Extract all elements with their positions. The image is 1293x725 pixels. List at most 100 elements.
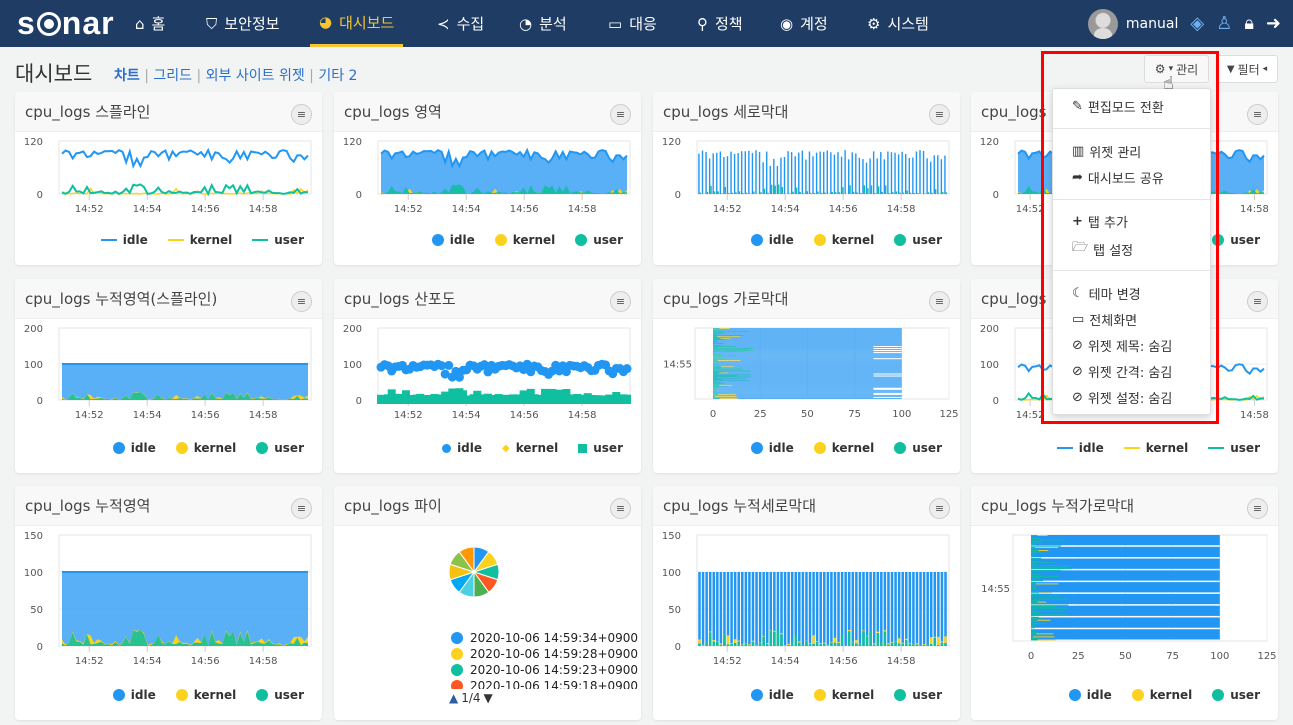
bar-user (713, 396, 722, 398)
legend-item-user[interactable]: user (894, 233, 942, 247)
widget-menu-button[interactable]: ≡ (929, 498, 950, 519)
nav-item-dashboard[interactable]: ◕ 대시보드 (310, 0, 404, 47)
pie-legend-item[interactable]: 2020-10-06 14:59:28+0900 (451, 646, 638, 662)
pie-chart-icon: ◔ (519, 14, 533, 33)
legend-item-user[interactable]: user (256, 441, 304, 455)
widget-body: 0 50 100 150 14:52 14:54 14:56 14:58 idle kernel u… (653, 526, 960, 720)
legend-item-kernel[interactable]: ◆ kernel (502, 441, 558, 455)
bar-user (1031, 606, 1056, 608)
nav-item-policy[interactable]: ⚲ 정책 (697, 0, 743, 47)
pie-legend-item[interactable]: 2020-10-06 14:59:34+0900 (451, 630, 638, 646)
bar-idle (713, 390, 902, 392)
menu-item-edit-mode[interactable]: ✎ 편집모드 전환 (1072, 97, 1164, 116)
nav-item-analysis[interactable]: ◔ 분석 (519, 0, 567, 47)
username[interactable]: manual (1126, 16, 1178, 32)
menu-item-hide-widget-title[interactable]: ⊘ 위젯 제목: 숨김 (1072, 336, 1172, 355)
legend-item-user[interactable]: user (1212, 233, 1260, 247)
bar-idle (823, 151, 825, 194)
menu-item-hide-widget-settings[interactable]: ⊘ 위젯 설정: 숨김 (1072, 388, 1172, 407)
legend-item-user[interactable]: user (578, 441, 623, 455)
legend-item-kernel[interactable]: kernel (175, 441, 236, 455)
widget-menu-button[interactable]: ≡ (929, 291, 950, 312)
legend-item-idle[interactable]: idle (431, 233, 475, 247)
bar-user (872, 644, 876, 646)
tab-chart[interactable]: 차트 (114, 68, 140, 84)
legend-item-idle[interactable]: idle (750, 441, 794, 455)
legend-item-idle[interactable]: idle (1056, 441, 1104, 455)
menu-item-add-tab[interactable]: + 탭 추가 (1072, 212, 1128, 231)
widget-5: cpu_logs 누적영역(스플라인) ≡ 0 100 200 14:52 14:54 1… (15, 279, 322, 473)
widget-menu-button[interactable]: ≡ (1247, 291, 1268, 312)
bar-user (858, 644, 862, 646)
nav-item-home[interactable]: ⌂ 홈 (135, 0, 165, 47)
widget-menu-button[interactable]: ≡ (610, 104, 631, 125)
menu-item-widget-manage[interactable]: ▥ 위젯 관리 (1072, 142, 1141, 161)
legend-item-user[interactable]: user (1208, 441, 1260, 455)
bar-kernel (1037, 601, 1047, 603)
widget-menu-button[interactable]: ≡ (291, 498, 312, 519)
legend-item-kernel[interactable]: kernel (813, 233, 874, 247)
bar-user (762, 636, 765, 646)
legend-item-kernel[interactable]: kernel (494, 233, 555, 247)
legend-item-user[interactable]: user (256, 688, 304, 702)
legend-item-user[interactable]: user (894, 441, 942, 455)
legend-item-idle[interactable]: idle (112, 441, 156, 455)
bar-user (774, 185, 776, 194)
widget-menu-button[interactable]: ≡ (610, 498, 631, 519)
legend-item-user[interactable]: user (252, 233, 304, 247)
legend-item-idle[interactable]: idle (112, 688, 156, 702)
menu-item-change-theme[interactable]: ☾ 테마 변경 (1072, 284, 1141, 303)
widget-menu-button[interactable]: ≡ (929, 104, 950, 125)
user-profile-icon[interactable]: ♙ (1216, 13, 1232, 34)
tab-grid[interactable]: 그리드 (153, 68, 192, 84)
menu-item-share-dashboard[interactable]: ➦ 대시보드 공유 (1072, 168, 1164, 187)
legend-item-idle[interactable]: idle (1068, 688, 1112, 702)
legend-item-idle[interactable]: idle (442, 441, 482, 455)
bar-idle (762, 572, 765, 646)
tab-etc-2[interactable]: 기타 2 (318, 68, 357, 84)
widget-menu-button[interactable]: ≡ (1247, 104, 1268, 125)
tab-external-widget[interactable]: 외부 사이트 위젯 (206, 68, 305, 84)
legend-item-kernel[interactable]: kernel (175, 688, 236, 702)
bar-user (1031, 621, 1037, 623)
sonar-logo[interactable]: s nar (17, 5, 115, 42)
legend-item-kernel[interactable]: kernel (1123, 441, 1188, 455)
nav-item-security-info[interactable]: ⛉ 보안정보 (206, 0, 279, 47)
pie-legend-item[interactable]: 2020-10-06 14:59:18+0900 (451, 678, 638, 689)
nav-item-system[interactable]: ⚙ 시스템 (867, 0, 929, 47)
widget-menu-button[interactable]: ≡ (1247, 498, 1268, 519)
legend-item-kernel[interactable]: kernel (1131, 688, 1192, 702)
ticket-icon[interactable]: ◈ (1190, 13, 1204, 34)
menu-item-fullscreen[interactable]: ▭ 전체화면 (1072, 310, 1137, 329)
x-tick-label: 14:58 (887, 204, 916, 215)
menu-item-tab-settings[interactable]: 🗁 탭 설정 (1072, 238, 1133, 260)
widget-body: 0 25 50 75 100 125 14:55 idle kernel user (971, 526, 1278, 720)
nav-item-account[interactable]: ◉ 계정 (780, 0, 828, 47)
pie-legend-item[interactable]: 2020-10-06 14:59:23+0900 (451, 662, 638, 678)
legend-item-user[interactable]: user (575, 233, 623, 247)
pager-down-icon[interactable]: ▼ (484, 691, 493, 705)
legend-item-kernel[interactable]: kernel (813, 441, 874, 455)
menu-divider (1053, 270, 1210, 271)
bar-kernel (937, 636, 940, 646)
widget-menu-button[interactable]: ≡ (291, 104, 312, 125)
menu-item-hide-widget-gap[interactable]: ⊘ 위젯 간격: 숨김 (1072, 362, 1172, 381)
legend-item-idle[interactable]: idle (750, 688, 794, 702)
nav-item-collect[interactable]: ≺ 수집 (437, 0, 484, 47)
widget-menu-button[interactable]: ≡ (291, 291, 312, 312)
filter-button[interactable]: ▼ 필터 ◂ (1216, 55, 1278, 83)
logout-icon[interactable]: ➜ (1266, 13, 1281, 34)
legend-item-user[interactable]: user (894, 688, 942, 702)
legend-item-idle[interactable]: idle (750, 233, 794, 247)
manage-button[interactable]: ⚙ ▾ 관리 (1144, 55, 1209, 83)
legend-item-idle[interactable]: idle (100, 233, 148, 247)
nav-item-response[interactable]: ▭ 대응 (608, 0, 657, 47)
bar-idle (787, 572, 790, 646)
lock-icon[interactable]: 🔒︎ (1244, 13, 1254, 34)
legend-item-user[interactable]: user (1212, 688, 1260, 702)
pager-up-icon[interactable]: ▲ (449, 691, 458, 705)
widget-menu-button[interactable]: ≡ (610, 291, 631, 312)
avatar[interactable] (1087, 8, 1118, 39)
legend-item-kernel[interactable]: kernel (167, 233, 232, 247)
legend-item-kernel[interactable]: kernel (813, 688, 874, 702)
